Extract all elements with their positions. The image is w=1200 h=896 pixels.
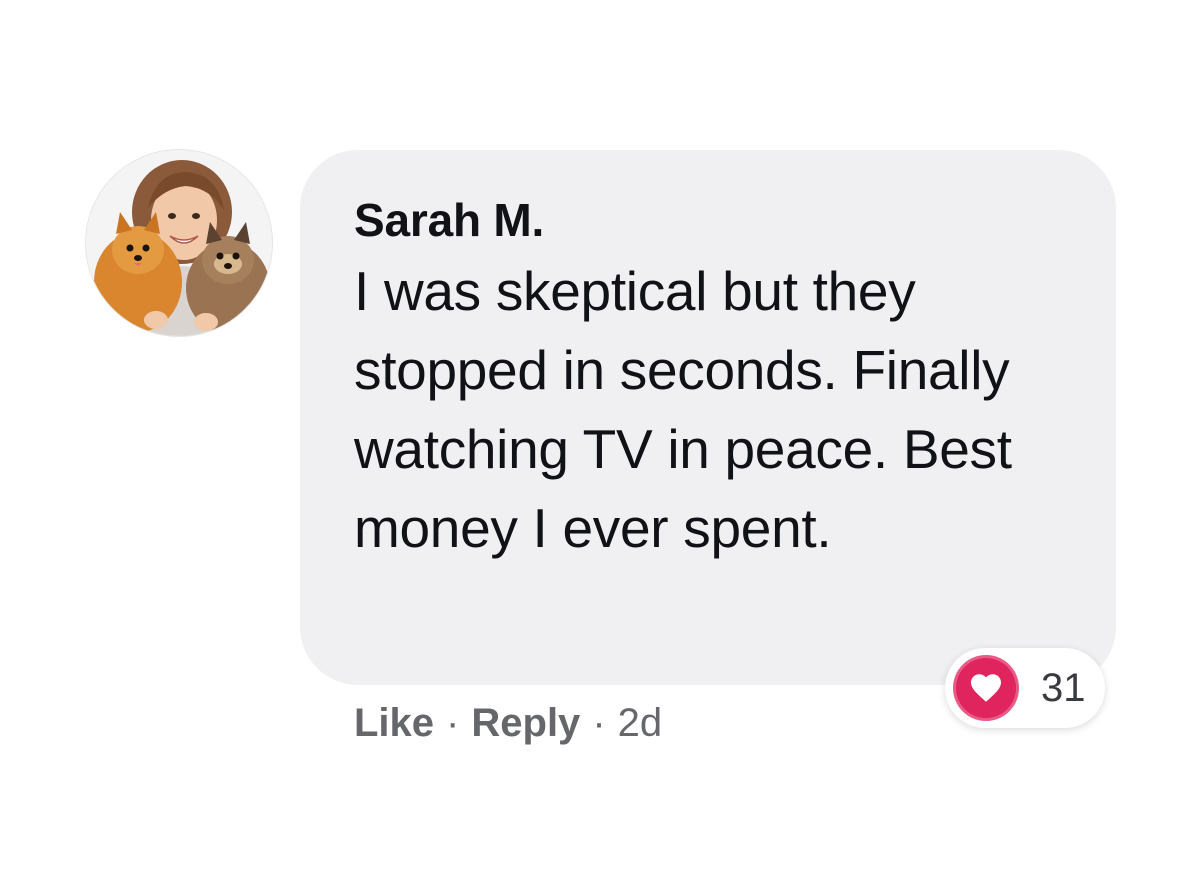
comment-actions: Like · Reply · 2d: [354, 698, 662, 748]
separator: ·: [446, 700, 460, 745]
like-button[interactable]: Like: [354, 701, 434, 746]
comment-author[interactable]: Sarah M.: [354, 192, 1076, 248]
comment-container: Sarah M. I was skeptical but they stoppe…: [0, 0, 1200, 896]
separator: ·: [592, 700, 606, 745]
profile-photo-icon: [86, 150, 272, 336]
reaction-badge[interactable]: 31: [945, 648, 1105, 728]
comment-bubble: Sarah M. I was skeptical but they stoppe…: [300, 150, 1116, 685]
reaction-count: 31: [1041, 665, 1086, 710]
avatar[interactable]: [86, 150, 272, 336]
heart-icon: [953, 655, 1019, 721]
comment-text: I was skeptical but they stopped in seco…: [354, 260, 1012, 559]
reply-button[interactable]: Reply: [471, 701, 580, 746]
comment-timestamp[interactable]: 2d: [618, 701, 663, 746]
